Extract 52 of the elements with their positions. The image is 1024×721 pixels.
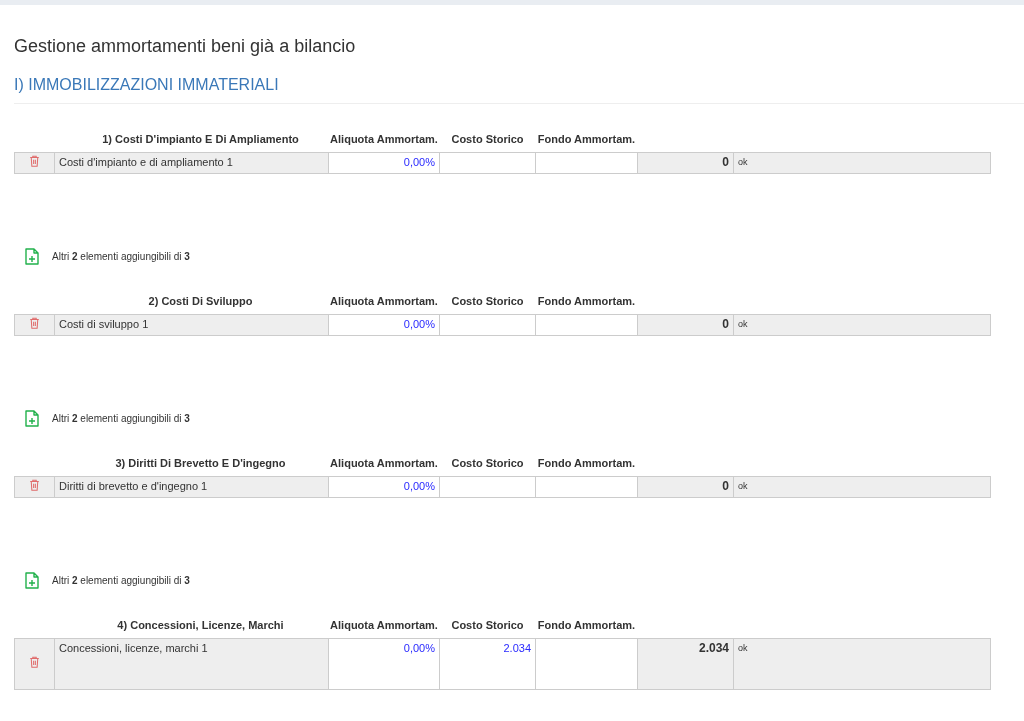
column-header: 3) Diritti Di Brevetto E D'ingegno bbox=[115, 457, 286, 469]
column-header: 2) Costi Di Sviluppo bbox=[148, 295, 253, 307]
input-field[interactable] bbox=[439, 152, 536, 174]
delete-icon[interactable] bbox=[29, 479, 40, 491]
column-header: Costo Storico bbox=[451, 457, 524, 469]
delete-icon[interactable] bbox=[29, 155, 40, 167]
column-header: Fondo Ammortam. bbox=[537, 619, 636, 631]
status-cell: ok bbox=[733, 152, 991, 174]
total-cell: 0 bbox=[637, 314, 734, 336]
add-file-icon[interactable] bbox=[25, 247, 39, 265]
section-title: I) IMMOBILIZZAZIONI IMMATERIALI bbox=[14, 75, 1024, 104]
row-label: Concessioni, licenze, marchi 1 bbox=[54, 638, 329, 690]
total-cell: 0 bbox=[637, 152, 734, 174]
status-cell: ok bbox=[733, 314, 991, 336]
input-field[interactable]: 0,00% bbox=[328, 314, 440, 336]
column-header: Fondo Ammortam. bbox=[537, 133, 636, 145]
total-cell: 0 bbox=[637, 476, 734, 498]
input-field[interactable]: 0,00% bbox=[328, 152, 440, 174]
add-file-icon[interactable] bbox=[25, 571, 39, 589]
add-file-icon[interactable] bbox=[25, 409, 39, 427]
column-header: Costo Storico bbox=[451, 295, 524, 307]
add-note: Altri 2 elementi aggiungibili di 3 bbox=[52, 574, 190, 586]
input-field[interactable] bbox=[535, 152, 638, 174]
input-field[interactable] bbox=[439, 314, 536, 336]
input-field[interactable] bbox=[535, 476, 638, 498]
column-header: Costo Storico bbox=[451, 619, 524, 631]
row-label: Costi d'impianto e di ampliamento 1 bbox=[54, 152, 329, 174]
column-header: 4) Concessioni, Licenze, Marchi bbox=[117, 619, 284, 631]
column-header: 1) Costi D'impianto E Di Ampliamento bbox=[102, 133, 299, 145]
column-header: Aliquota Ammortam. bbox=[330, 619, 438, 631]
page-title: Gestione ammortamenti beni già a bilancio bbox=[14, 35, 357, 57]
row-label: Costi di sviluppo 1 bbox=[54, 314, 329, 336]
column-header: Fondo Ammortam. bbox=[537, 457, 636, 469]
add-note: Altri 2 elementi aggiungibili di 3 bbox=[52, 250, 190, 262]
delete-icon[interactable] bbox=[29, 656, 40, 668]
add-note: Altri 2 elementi aggiungibili di 3 bbox=[52, 412, 190, 424]
total-cell: 2.034 bbox=[637, 638, 734, 690]
delete-icon[interactable] bbox=[29, 317, 40, 329]
input-field[interactable]: 2.034 bbox=[439, 638, 536, 690]
column-header: Costo Storico bbox=[451, 133, 524, 145]
column-header: Fondo Ammortam. bbox=[537, 295, 636, 307]
input-field[interactable] bbox=[535, 638, 638, 690]
column-header: Aliquota Ammortam. bbox=[330, 457, 438, 469]
column-header: Aliquota Ammortam. bbox=[330, 295, 438, 307]
input-field[interactable]: 0,00% bbox=[328, 476, 440, 498]
input-field[interactable] bbox=[535, 314, 638, 336]
input-field[interactable]: 0,00% bbox=[328, 638, 440, 690]
status-cell: ok bbox=[733, 476, 991, 498]
status-cell: ok bbox=[733, 638, 991, 690]
column-header: Aliquota Ammortam. bbox=[330, 133, 438, 145]
row-label: Diritti di brevetto e d'ingegno 1 bbox=[54, 476, 329, 498]
input-field[interactable] bbox=[439, 476, 536, 498]
